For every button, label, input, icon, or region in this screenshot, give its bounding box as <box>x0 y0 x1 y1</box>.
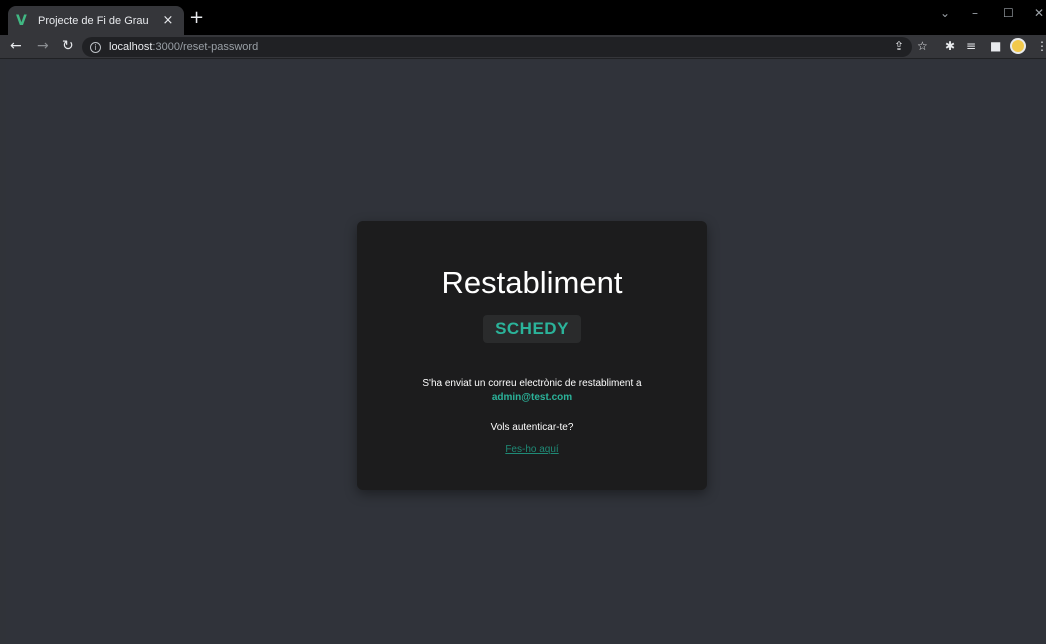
close-window-icon[interactable]: ✕ <box>1034 6 1044 20</box>
forward-icon[interactable]: → <box>37 38 49 54</box>
reset-card: Restabliment SCHEDY S'ha enviat un corre… <box>357 221 707 490</box>
maximize-icon[interactable]: ☐ <box>1003 6 1014 20</box>
card-title: Restabliment <box>441 265 623 300</box>
share-icon[interactable]: ⇪ <box>894 39 904 53</box>
tab-close-icon[interactable]: × <box>160 13 176 28</box>
tab-title: Projecte de Fi de Grau <box>38 14 149 27</box>
menu-icon[interactable]: ⋮ <box>1036 39 1046 53</box>
reading-list-icon[interactable]: ≡ <box>966 39 976 53</box>
url-text: localhost:3000/reset-password <box>109 41 258 53</box>
side-panel-icon[interactable]: ■ <box>990 39 1001 53</box>
page-content: Restabliment SCHEDY S'ha enviat un corre… <box>6 60 1046 644</box>
address-bar[interactable]: i localhost:3000/reset-password <box>82 37 912 57</box>
extensions-icon[interactable]: ✱ <box>945 39 955 53</box>
minimize-icon[interactable]: – <box>972 6 978 20</box>
browser-toolbar: ← → ↻ i localhost:3000/reset-password ⇪ … <box>0 35 1046 59</box>
tab-strip: V Projecte de Fi de Grau × + ⌄ – ☐ ✕ <box>0 0 1046 35</box>
browser-window: V Projecte de Fi de Grau × + ⌄ – ☐ ✕ ← →… <box>0 0 1046 644</box>
tab-search-icon[interactable]: ⌄ <box>940 6 950 20</box>
browser-tab[interactable]: V Projecte de Fi de Grau × <box>8 6 184 35</box>
reset-email: admin@test.com <box>491 392 573 403</box>
url-host: localhost <box>109 41 153 53</box>
brand-badge: SCHEDY <box>483 315 581 343</box>
reset-message: S'ha enviat un correu electrònic de rest… <box>422 378 642 389</box>
bookmark-star-icon[interactable]: ☆ <box>917 39 928 53</box>
login-question: Vols autenticar-te? <box>490 422 574 433</box>
url-path: :3000/reset-password <box>152 41 259 53</box>
vue-favicon-icon: V <box>16 12 27 29</box>
reload-icon[interactable]: ↻ <box>62 38 74 54</box>
back-icon[interactable]: ← <box>10 38 22 54</box>
site-info-icon[interactable]: i <box>90 41 101 53</box>
login-link[interactable]: Fes-ho aquí <box>505 444 558 455</box>
profile-avatar[interactable] <box>1010 38 1026 54</box>
new-tab-icon[interactable]: + <box>189 9 204 27</box>
